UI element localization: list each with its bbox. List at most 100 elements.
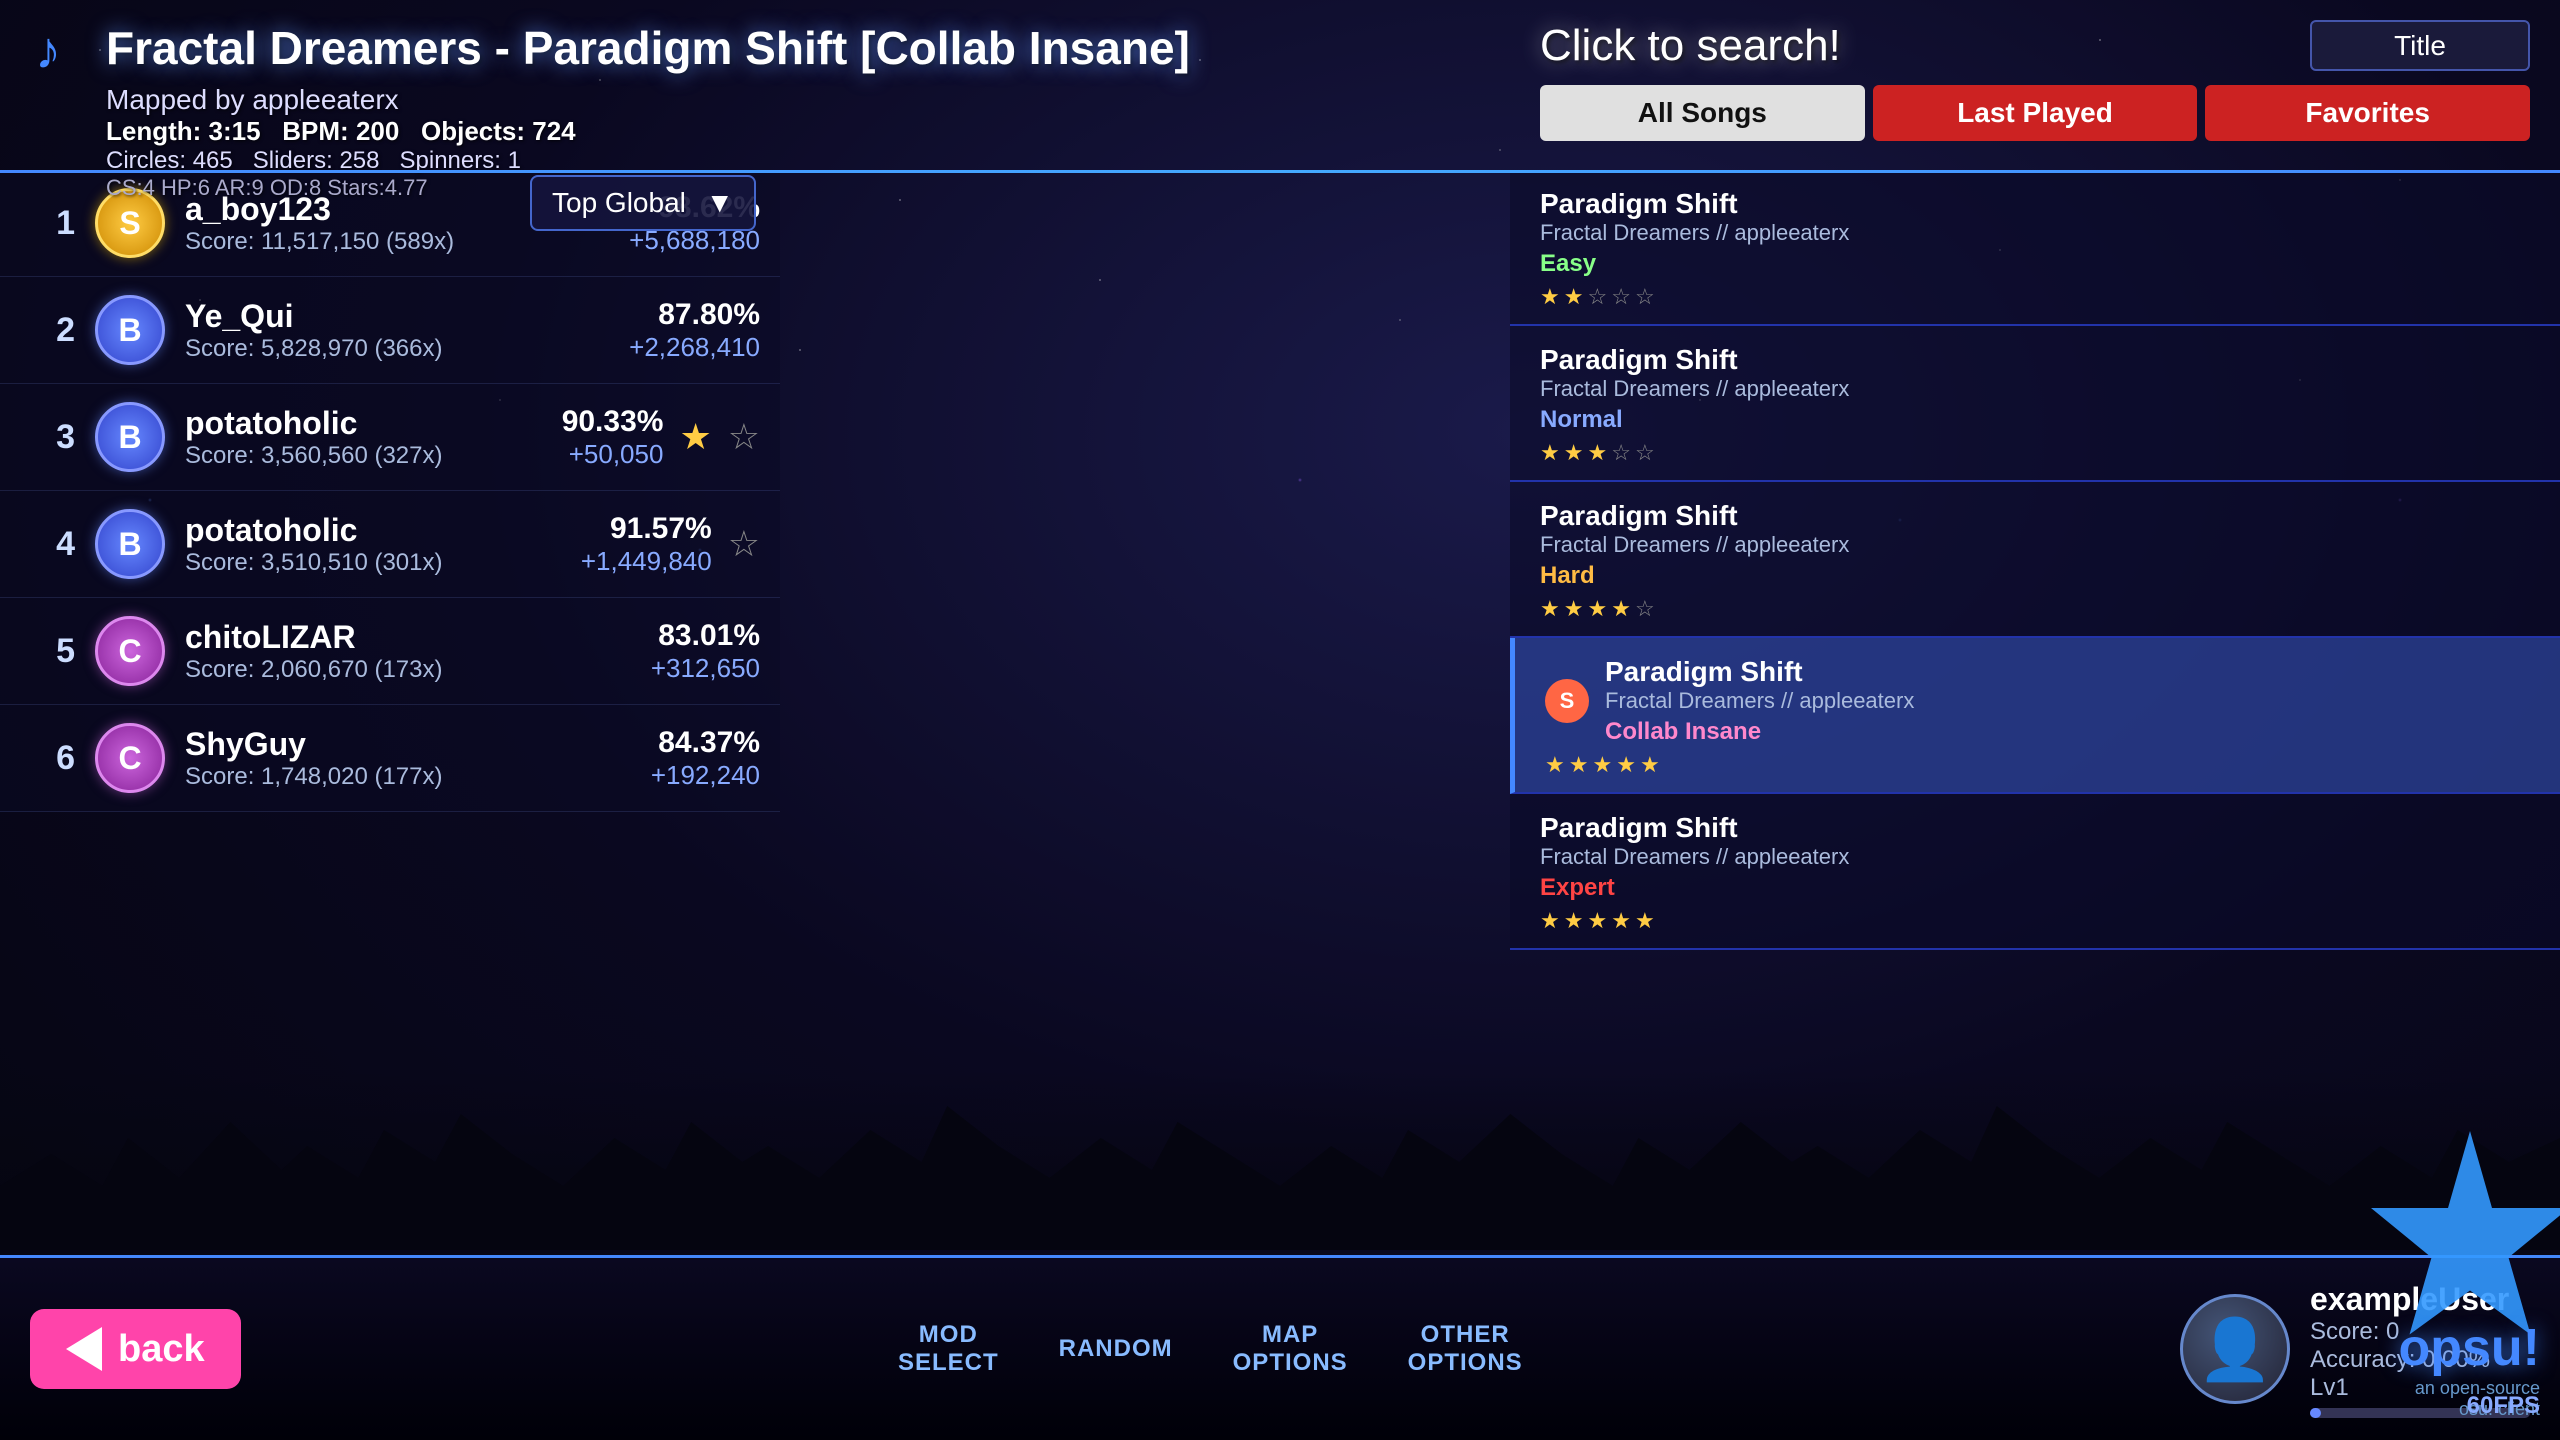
bottom-bar: back MOD SELECT RANDOM MAP OPTIONS OTHER…	[0, 1255, 2560, 1440]
entry-pp: +192,240	[651, 760, 760, 791]
song-item-creator: Fractal Dreamers // appleeaterx	[1540, 844, 1849, 870]
leaderboard-entry[interactable]: 2 B Ye_Qui Score: 5,828,970 (366x) 87.80…	[0, 277, 780, 384]
star-icon: ☆	[1635, 284, 1655, 310]
entry-grade: B	[95, 509, 165, 579]
top-global-label: Top Global	[552, 187, 686, 219]
filter-buttons: All Songs Last Played Favorites	[1540, 85, 2530, 141]
star-icon: ☆	[1635, 596, 1655, 622]
entry-accuracy: 87.80%	[629, 298, 760, 332]
length-value: 3:15	[209, 116, 261, 146]
search-row: Click to search! Title Artist Creator	[1540, 20, 2530, 71]
entry-player-info: potatoholic Score: 3,510,510 (301x)	[185, 512, 581, 577]
title-dropdown[interactable]: Title Artist Creator	[2310, 20, 2530, 71]
song-stars: ★★☆☆☆	[1540, 284, 2530, 310]
bpm-label: BPM:	[282, 116, 348, 146]
star-icon: ★	[1616, 752, 1636, 778]
player-name: potatoholic	[185, 405, 562, 442]
star-icon: ★	[1540, 284, 1560, 310]
song-list-item[interactable]: Paradigm Shift Fractal Dreamers // apple…	[1510, 326, 2560, 482]
objects-label: Objects:	[421, 116, 525, 146]
mod-select-button[interactable]: MOD SELECT	[878, 1311, 1019, 1387]
star-icon: ★	[1564, 284, 1584, 310]
entry-accuracy: 84.37%	[651, 726, 760, 760]
song-item-name: Paradigm Shift	[1540, 500, 1849, 532]
random-button[interactable]: RANDOM	[1039, 1311, 1193, 1387]
fps-badge: 60FPS	[2467, 1392, 2540, 1420]
player-score: Score: 5,828,970 (366x)	[185, 335, 629, 363]
objects-value: 724	[532, 116, 575, 146]
song-item-creator: Fractal Dreamers // appleeaterx	[1540, 376, 1849, 402]
song-stars: ★★★★☆	[1540, 596, 2530, 622]
entry-pp: +2,268,410	[629, 332, 760, 363]
click-to-search[interactable]: Click to search!	[1540, 21, 1841, 71]
other-options-line1: OTHER	[1408, 1321, 1523, 1349]
entry-player-info: chitoLIZAR Score: 2,060,670 (173x)	[185, 619, 651, 684]
star-icon: ★	[1564, 596, 1584, 622]
difficulty-badge: S	[1545, 679, 1589, 723]
star-icon: ☆	[1611, 440, 1631, 466]
player-score: Score: 2,060,670 (173x)	[185, 656, 651, 684]
star-icon: ★	[1564, 908, 1584, 934]
leaderboard-entry[interactable]: 4 B potatoholic Score: 3,510,510 (301x) …	[0, 491, 780, 598]
leaderboard-entry[interactable]: 5 C chitoLIZAR Score: 2,060,670 (173x) 8…	[0, 598, 780, 705]
last-played-button[interactable]: Last Played	[1873, 85, 2198, 141]
star-icon: ★	[1540, 908, 1560, 934]
entry-rank: 6	[20, 739, 75, 778]
leaderboard-entry[interactable]: 3 B potatoholic Score: 3,560,560 (327x) …	[0, 384, 780, 491]
other-options-button[interactable]: OTHER OPTIONS	[1388, 1311, 1543, 1387]
difficulty-name: Collab Insane	[1605, 718, 1914, 746]
favorites-button[interactable]: Favorites	[2205, 85, 2530, 141]
nav-buttons: MOD SELECT RANDOM MAP OPTIONS OTHER OPTI…	[271, 1311, 2150, 1387]
star-icon: ☆	[728, 416, 760, 458]
player-name: potatoholic	[185, 512, 581, 549]
entry-rank: 3	[20, 418, 75, 457]
star-icon: ★	[1592, 752, 1612, 778]
map-options-button[interactable]: MAP OPTIONS	[1213, 1311, 1368, 1387]
svg-text:♪: ♪	[35, 22, 61, 78]
back-button[interactable]: back	[30, 1309, 241, 1389]
star-icon: ☆	[1587, 284, 1607, 310]
leaderboard-entry[interactable]: 6 C ShyGuy Score: 1,748,020 (177x) 84.37…	[0, 705, 780, 812]
entry-player-info: ShyGuy Score: 1,748,020 (177x)	[185, 726, 651, 791]
entry-pp: +312,650	[651, 653, 760, 684]
entry-rank: 2	[20, 311, 75, 350]
star-icon: ☆	[1611, 284, 1631, 310]
song-item-name-wrapper: Paradigm Shift Fractal Dreamers // apple…	[1540, 500, 1849, 590]
song-item-name: Paradigm Shift	[1540, 344, 1849, 376]
back-arrow-icon	[66, 1327, 102, 1371]
difficulty-name: Expert	[1540, 874, 1849, 902]
song-list-item[interactable]: S Paradigm Shift Fractal Dreamers // app…	[1510, 638, 2560, 794]
right-panel: Click to search! Title Artist Creator Al…	[1510, 0, 2560, 177]
opsu-logo-text: opsu!	[2398, 1318, 2540, 1378]
star-icon: ★	[1587, 440, 1607, 466]
leaderboard: 1 S a_boy123 Score: 11,517,150 (589x) 98…	[0, 170, 780, 1255]
star-icon: ★	[1569, 752, 1589, 778]
song-list-item[interactable]: Paradigm Shift Fractal Dreamers // apple…	[1510, 482, 2560, 638]
star-icon: ★	[1611, 908, 1631, 934]
entry-player-info: potatoholic Score: 3,560,560 (327x)	[185, 405, 562, 470]
song-stars: ★★★☆☆	[1540, 440, 2530, 466]
top-global-dropdown[interactable]: Top Global ▼	[530, 175, 756, 231]
all-songs-button[interactable]: All Songs	[1540, 85, 1865, 141]
player-score: Score: 1,748,020 (177x)	[185, 763, 651, 791]
cs-info: CS:4 HP:6 AR:9 OD:8 Stars:4.77	[106, 175, 2530, 201]
bpm-value: 200	[356, 116, 399, 146]
star-icon: ☆	[728, 523, 760, 565]
song-list-item[interactable]: Paradigm Shift Fractal Dreamers // apple…	[1510, 794, 2560, 950]
song-item-header: Paradigm Shift Fractal Dreamers // apple…	[1540, 344, 2530, 434]
star-icon: ★	[1564, 440, 1584, 466]
difficulty-name: Hard	[1540, 562, 1849, 590]
back-label: back	[118, 1328, 205, 1371]
song-item-creator: Fractal Dreamers // appleeaterx	[1605, 688, 1914, 714]
entry-rank: 4	[20, 525, 75, 564]
star-icon: ★	[1587, 908, 1607, 934]
player-name: chitoLIZAR	[185, 619, 651, 656]
song-item-creator: Fractal Dreamers // appleeaterx	[1540, 532, 1849, 558]
song-stars: ★★★★★	[1540, 908, 2530, 934]
mod-select-line1: MOD	[898, 1321, 999, 1349]
mod-select-line2: SELECT	[898, 1349, 999, 1377]
star-icon: ☆	[1635, 440, 1655, 466]
song-item-name: Paradigm Shift	[1605, 656, 1914, 688]
player-name: Ye_Qui	[185, 298, 629, 335]
entry-grade: C	[95, 616, 165, 686]
